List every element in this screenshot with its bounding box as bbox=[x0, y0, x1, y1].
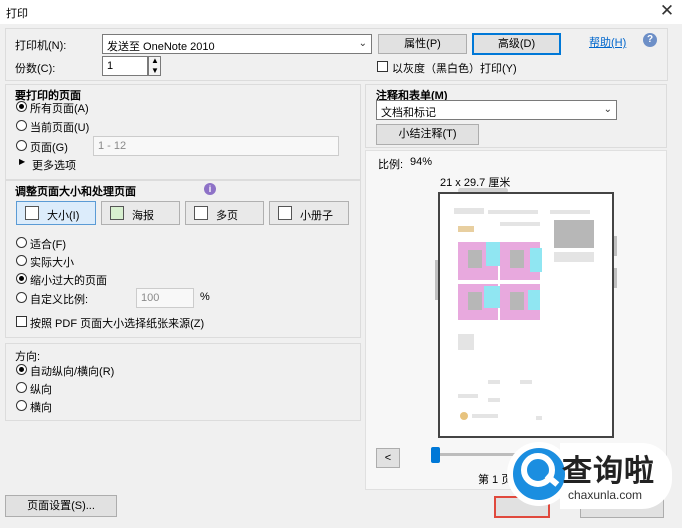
watermark-text-en: chaxunla.com bbox=[568, 488, 643, 502]
orientation-title: 方向: bbox=[15, 351, 41, 363]
tab-size[interactable]: 大小(I) bbox=[16, 201, 96, 225]
actual-size-radio[interactable] bbox=[16, 255, 27, 266]
percent-label: % bbox=[200, 291, 210, 303]
copies-stepper[interactable]: ▲ ▼ bbox=[148, 56, 161, 76]
expand-arrow-icon[interactable]: ▶ bbox=[19, 157, 25, 166]
custom-scale-input[interactable]: 100 bbox=[136, 288, 194, 308]
advanced-button[interactable]: 高级(D) bbox=[472, 33, 561, 55]
custom-scale-label: 自定义比例: bbox=[30, 294, 89, 306]
info-icon[interactable]: i bbox=[204, 183, 216, 195]
auto-orientation-label: 自动纵向/横向(R) bbox=[30, 366, 115, 378]
poster-icon bbox=[110, 206, 124, 220]
landscape-radio[interactable] bbox=[16, 400, 27, 411]
help-link[interactable]: 帮助(H) bbox=[589, 34, 626, 50]
orientation-panel bbox=[5, 343, 361, 421]
copies-input[interactable]: 1 bbox=[102, 56, 148, 76]
tab-multiple[interactable]: 多页 bbox=[185, 201, 264, 225]
tab-poster[interactable]: 海报 bbox=[101, 201, 180, 225]
pages-range-input[interactable]: 1 - 12 bbox=[93, 136, 339, 156]
stepper-down-icon[interactable]: ▼ bbox=[151, 66, 159, 75]
current-page-radio[interactable] bbox=[16, 120, 27, 131]
tab-booklet[interactable]: 小册子 bbox=[269, 201, 349, 225]
tab-poster-label: 海报 bbox=[132, 210, 154, 222]
stepper-up-icon[interactable]: ▲ bbox=[151, 56, 159, 65]
shrink-radio[interactable] bbox=[16, 273, 27, 284]
sizing-section-title: 调整页面大小和处理页面 bbox=[15, 186, 136, 198]
all-pages-label: 所有页面(A) bbox=[30, 103, 89, 115]
paper-source-checkbox[interactable] bbox=[16, 316, 27, 327]
shrink-label: 缩小过大的页面 bbox=[30, 275, 107, 287]
pages-range-label: 页面(G) bbox=[30, 142, 68, 154]
previous-page-button[interactable]: < bbox=[376, 448, 400, 468]
paper-source-label: 按照 PDF 页面大小选择纸张来源(Z) bbox=[30, 318, 205, 330]
booklet-icon bbox=[278, 206, 292, 220]
printer-select[interactable]: 发送至 OneNote 2010 ⌄ bbox=[102, 34, 372, 54]
portrait-label: 纵向 bbox=[30, 384, 52, 396]
grayscale-checkbox[interactable] bbox=[377, 61, 388, 72]
window-title: 打印 bbox=[6, 8, 28, 20]
more-options-link[interactable]: 更多选项 bbox=[32, 157, 76, 173]
scale-value: 94% bbox=[410, 156, 433, 168]
close-icon[interactable]: ✕ bbox=[656, 1, 678, 23]
page-slider-thumb[interactable] bbox=[431, 447, 440, 463]
page-preview bbox=[438, 192, 614, 438]
grayscale-label: 以灰度（黑白色）打印(Y) bbox=[392, 63, 517, 75]
tab-booklet-label: 小册子 bbox=[300, 210, 333, 222]
summarize-comments-button[interactable]: 小结注释(T) bbox=[376, 124, 479, 145]
portrait-radio[interactable] bbox=[16, 382, 27, 393]
help-icon[interactable]: ? bbox=[643, 33, 657, 47]
title-bar bbox=[0, 0, 682, 24]
tab-size-label: 大小(I) bbox=[47, 210, 80, 222]
copies-label: 份数(C): bbox=[15, 63, 56, 75]
printer-label: 打印机(N): bbox=[15, 40, 67, 52]
actual-size-label: 实际大小 bbox=[30, 257, 74, 269]
pages-range-radio[interactable] bbox=[16, 140, 27, 151]
page-setup-button[interactable]: 页面设置(S)... bbox=[5, 495, 117, 517]
properties-button[interactable]: 属性(P) bbox=[378, 34, 467, 54]
fit-radio[interactable] bbox=[16, 237, 27, 248]
size-icon bbox=[25, 206, 39, 220]
current-page-label: 当前页面(U) bbox=[30, 122, 90, 134]
comments-select[interactable]: 文档和标记 ⌄ bbox=[376, 100, 617, 120]
printer-selected-value: 发送至 OneNote 2010 bbox=[107, 41, 215, 53]
chevron-down-icon: ⌄ bbox=[603, 104, 612, 115]
scale-label: 比例: bbox=[378, 159, 404, 171]
custom-scale-radio[interactable] bbox=[16, 292, 27, 303]
watermark-text-cn: 查询啦 bbox=[562, 454, 655, 489]
all-pages-radio[interactable] bbox=[16, 101, 27, 112]
comments-selected-value: 文档和标记 bbox=[381, 107, 436, 119]
tab-multiple-label: 多页 bbox=[216, 210, 238, 222]
auto-orientation-radio[interactable] bbox=[16, 364, 27, 375]
landscape-label: 横向 bbox=[30, 402, 52, 414]
fit-label: 适合(F) bbox=[30, 239, 67, 251]
chevron-down-icon: ⌄ bbox=[358, 38, 367, 49]
multiple-pages-icon bbox=[194, 206, 208, 220]
